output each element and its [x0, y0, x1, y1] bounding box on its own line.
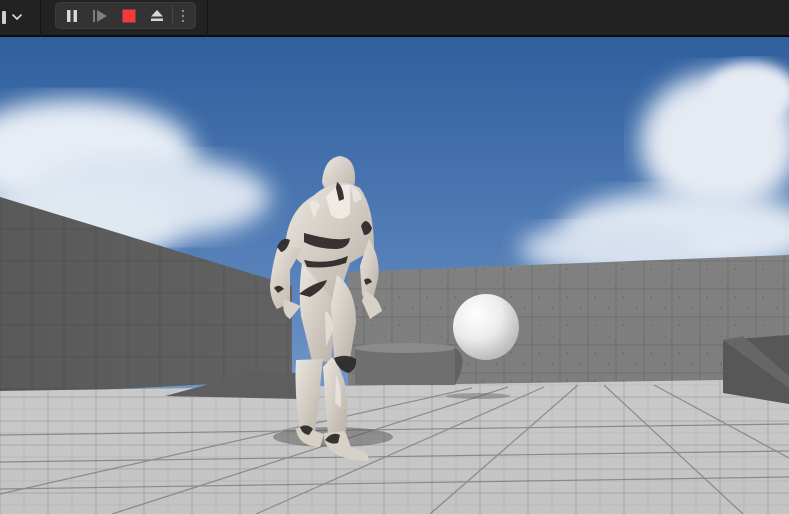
- viewport-mode-icon: [2, 10, 6, 24]
- step-frame-icon: [93, 9, 107, 22]
- cylinder-block: [355, 343, 463, 385]
- eject-button[interactable]: [143, 2, 171, 29]
- chevron-down-icon: [12, 14, 22, 20]
- pause-icon: [67, 9, 77, 22]
- stop-button[interactable]: [115, 2, 143, 29]
- game-viewport[interactable]: [0, 37, 789, 514]
- scene-view: [0, 37, 789, 514]
- eject-icon: [151, 9, 163, 21]
- game-window: [0, 0, 789, 514]
- stop-icon: [122, 9, 136, 22]
- play-controls: [55, 2, 196, 29]
- toolbar-divider-right: [207, 0, 208, 37]
- more-options-button[interactable]: [173, 2, 193, 29]
- viewport-mode-button[interactable]: [0, 6, 22, 28]
- toolbar: [0, 0, 789, 37]
- sphere-shadow: [446, 393, 510, 399]
- sphere: [453, 294, 519, 360]
- more-options-icon: [181, 9, 185, 22]
- toolbar-divider-left: [40, 0, 41, 37]
- pause-button[interactable]: [58, 2, 86, 29]
- step-frame-button[interactable]: [86, 2, 114, 29]
